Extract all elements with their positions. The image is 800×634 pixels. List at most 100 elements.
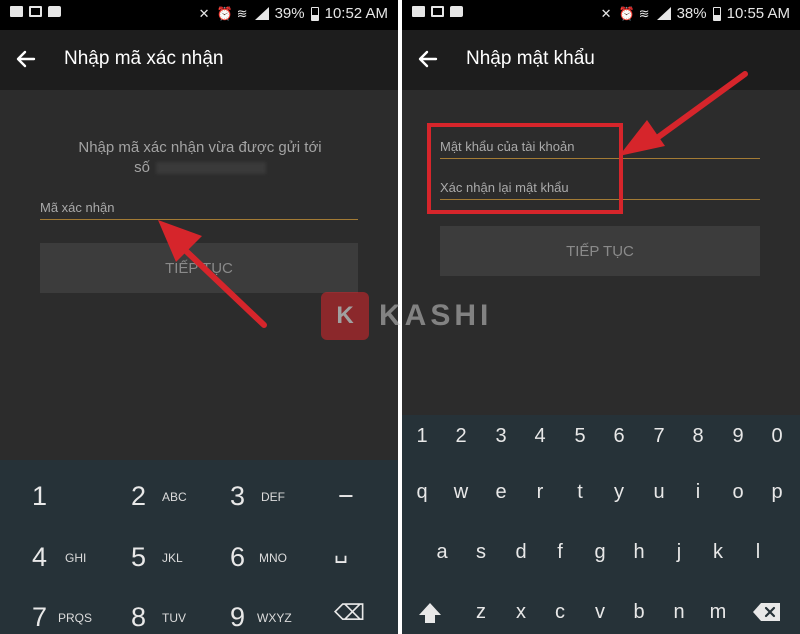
status-bar: ✕ ⏰ ≋ 38% 10:55 AM: [402, 0, 800, 30]
page-title: Nhập mật khẩu: [466, 48, 595, 69]
numeric-keyboard: 1 2 ABC 3 DEF − 4 GHI 5 JKL 6 MNO ␣ 7 PR…: [0, 460, 398, 634]
key-6[interactable]: 6: [230, 542, 245, 573]
notification-icon: [412, 6, 425, 17]
backspace-icon[interactable]: ⌫: [334, 600, 365, 626]
key-p[interactable]: p: [760, 481, 794, 504]
key-l[interactable]: l: [741, 541, 775, 564]
watermark-logo: K KASHI: [321, 292, 492, 340]
key-minus[interactable]: −: [338, 481, 354, 512]
signal-icon: [254, 6, 269, 21]
key-9[interactable]: 9: [721, 425, 755, 448]
wifi-icon: ≋: [236, 5, 248, 21]
key-6-letters: MNO: [259, 551, 287, 565]
key-u[interactable]: u: [642, 481, 676, 504]
key-5-letters: JKL: [162, 551, 183, 565]
back-arrow-icon[interactable]: [416, 47, 440, 71]
watermark-letter: K: [321, 292, 369, 340]
key-o[interactable]: o: [721, 481, 755, 504]
key-4[interactable]: 4: [523, 425, 557, 448]
key-8[interactable]: 8: [681, 425, 715, 448]
key-m[interactable]: m: [701, 601, 735, 624]
key-s[interactable]: s: [464, 541, 498, 564]
key-a[interactable]: a: [425, 541, 459, 564]
status-bar: ✕ ⏰ ≋ 39% 10:52 AM: [0, 0, 398, 30]
key-t[interactable]: t: [563, 481, 597, 504]
verification-code-field[interactable]: Mã xác nhận: [40, 198, 358, 220]
key-6[interactable]: 6: [602, 425, 636, 448]
instruction-line-2: số: [40, 158, 360, 178]
key-0[interactable]: 0: [760, 425, 794, 448]
backspace-icon[interactable]: [752, 601, 782, 623]
page-title: Nhập mã xác nhận: [64, 48, 224, 69]
mute-icon: ✕: [600, 5, 612, 21]
highlight-box: [427, 123, 623, 214]
instruction-text: Nhập mã xác nhận vừa được gửi tới số: [40, 138, 360, 178]
battery-icon: [712, 6, 721, 21]
key-v[interactable]: v: [583, 601, 617, 624]
battery-percent: 38%: [676, 5, 707, 22]
app-bar: Nhập mã xác nhận: [0, 30, 398, 90]
battery-icon: [310, 6, 319, 21]
alarm-icon: ⏰: [618, 5, 635, 21]
message-icon: [48, 6, 61, 17]
key-n[interactable]: n: [662, 601, 696, 624]
back-arrow-icon[interactable]: [14, 47, 38, 71]
key-7[interactable]: 7: [32, 602, 47, 633]
key-b[interactable]: b: [622, 601, 656, 624]
qwerty-keyboard: 1 2 3 4 5 6 7 8 9 0 q w e r t y u i o p …: [402, 415, 800, 634]
key-j[interactable]: j: [662, 541, 696, 564]
key-1[interactable]: 1: [32, 481, 47, 512]
key-7-letters: PRQS: [58, 611, 93, 625]
key-c[interactable]: c: [543, 601, 577, 624]
wifi-icon: ≋: [638, 5, 650, 21]
key-8-letters: TUV: [162, 611, 186, 625]
key-2[interactable]: 2: [131, 481, 146, 512]
key-5[interactable]: 5: [131, 542, 146, 573]
key-h[interactable]: h: [622, 541, 656, 564]
image-icon: [29, 6, 42, 17]
key-r[interactable]: r: [523, 481, 557, 504]
app-bar: Nhập mật khẩu: [402, 30, 800, 90]
key-k[interactable]: k: [701, 541, 735, 564]
continue-button[interactable]: TIẾP TỤC: [440, 226, 760, 276]
watermark-text: KASHI: [379, 299, 493, 332]
key-4[interactable]: 4: [32, 542, 47, 573]
key-3-letters: DEF: [261, 490, 285, 504]
image-icon: [431, 6, 444, 17]
key-i[interactable]: i: [681, 481, 715, 504]
message-icon: [450, 6, 463, 17]
key-w[interactable]: w: [444, 481, 478, 504]
mute-icon: ✕: [198, 5, 210, 21]
key-z[interactable]: z: [464, 601, 498, 624]
key-3[interactable]: 3: [484, 425, 518, 448]
clock: 10:52 AM: [324, 5, 388, 22]
continue-button[interactable]: TIẾP TỤC: [40, 243, 358, 293]
key-1[interactable]: 1: [405, 425, 439, 448]
notification-icon: [10, 6, 23, 17]
key-4-letters: GHI: [65, 551, 87, 565]
masked-phone-number: [155, 162, 266, 175]
key-2[interactable]: 2: [444, 425, 478, 448]
key-g[interactable]: g: [583, 541, 617, 564]
key-y[interactable]: y: [602, 481, 636, 504]
verification-code-placeholder: Mã xác nhận: [40, 200, 115, 215]
key-space[interactable]: ␣: [334, 538, 348, 564]
key-3[interactable]: 3: [230, 481, 245, 512]
key-2-letters: ABC: [162, 490, 187, 504]
shift-icon[interactable]: [416, 599, 444, 627]
battery-percent: 39%: [274, 5, 305, 22]
clock: 10:55 AM: [726, 5, 790, 22]
key-d[interactable]: d: [504, 541, 538, 564]
signal-icon: [656, 6, 671, 21]
key-7[interactable]: 7: [642, 425, 676, 448]
alarm-icon: ⏰: [216, 5, 233, 21]
key-e[interactable]: e: [484, 481, 518, 504]
key-f[interactable]: f: [543, 541, 577, 564]
key-x[interactable]: x: [504, 601, 538, 624]
key-9-letters: WXYZ: [257, 611, 292, 625]
key-8[interactable]: 8: [131, 602, 146, 633]
instruction-line-1: Nhập mã xác nhận vừa được gửi tới: [78, 139, 322, 156]
key-q[interactable]: q: [405, 481, 439, 504]
key-9[interactable]: 9: [230, 602, 245, 633]
key-5[interactable]: 5: [563, 425, 597, 448]
